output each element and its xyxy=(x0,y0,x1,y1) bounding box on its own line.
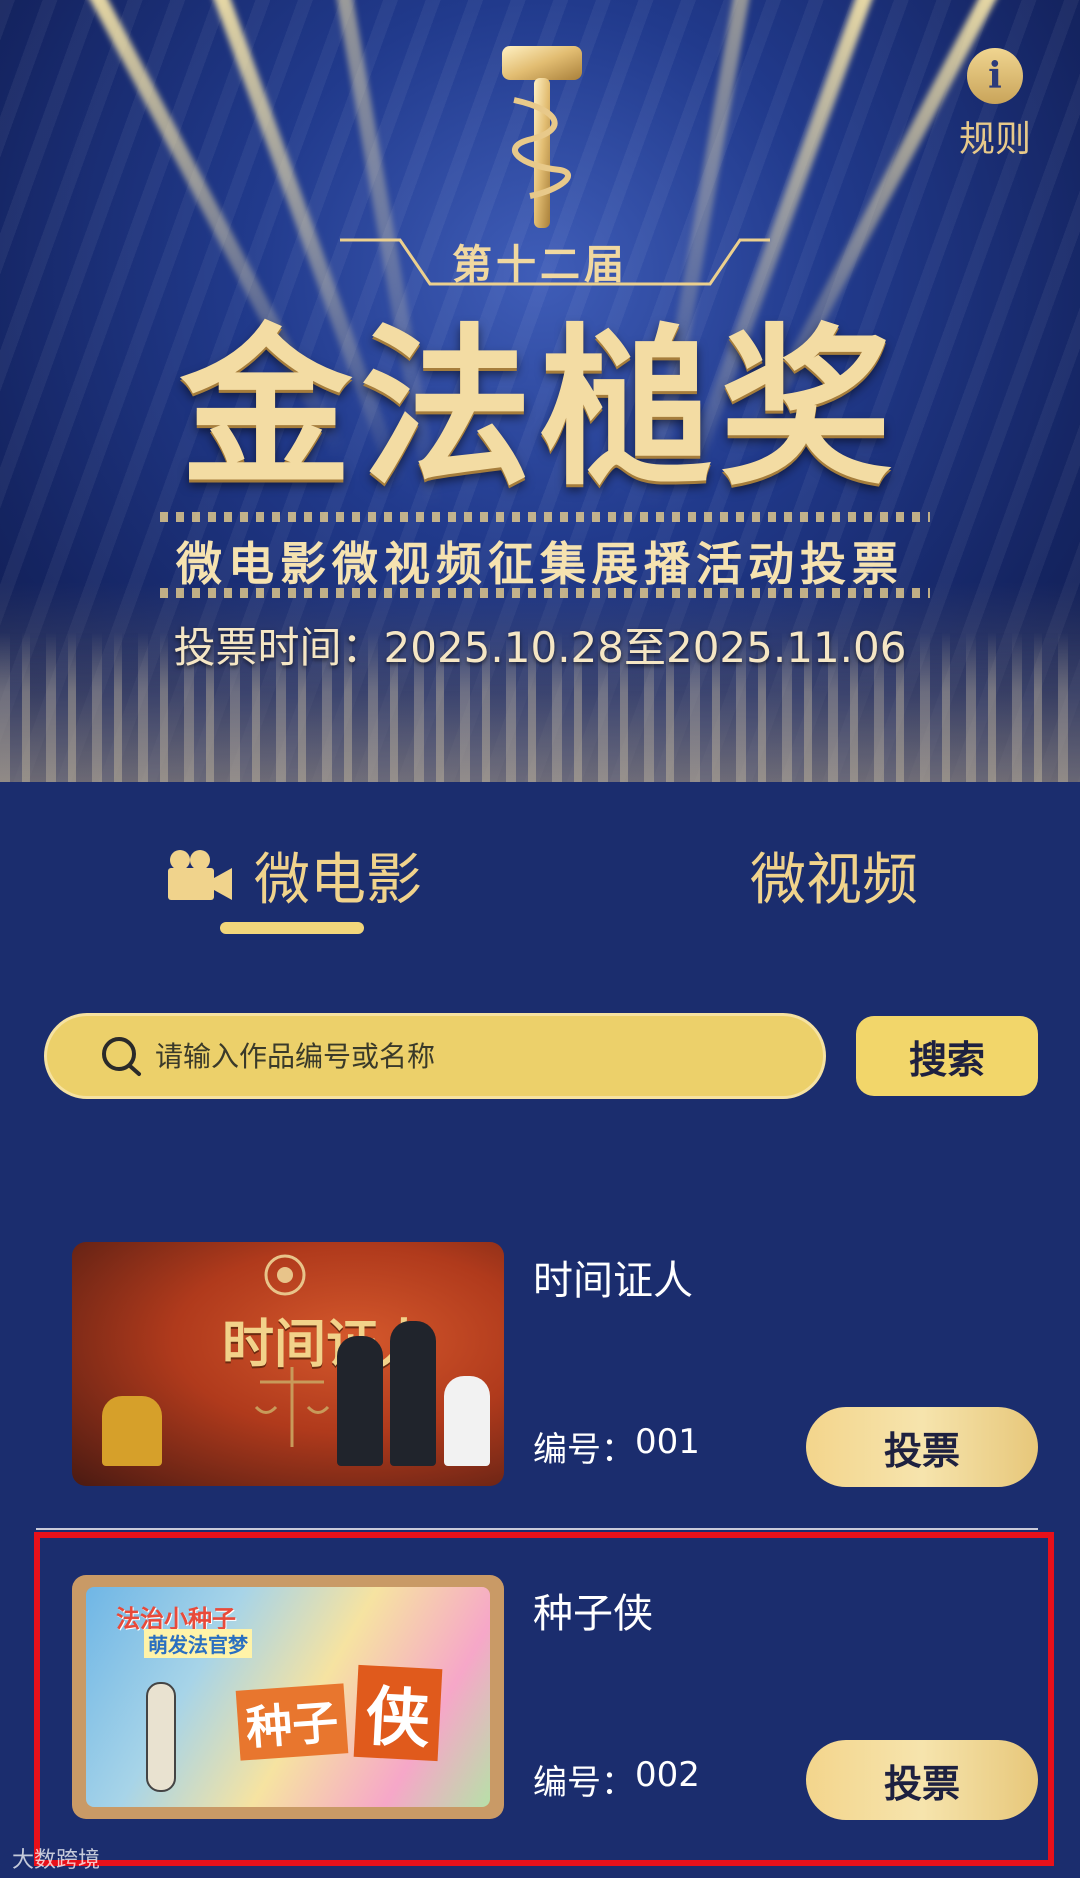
film-strip-top xyxy=(160,512,930,522)
active-tab-indicator xyxy=(220,922,364,934)
search-button[interactable]: 搜索 xyxy=(856,1016,1038,1096)
tab-micro-film[interactable]: 微电影 xyxy=(166,830,422,920)
scales-icon xyxy=(254,1367,330,1447)
category-tabs: 微电影 微视频 xyxy=(0,830,1080,940)
gavel-logo-icon xyxy=(502,46,582,228)
figure-silhouette xyxy=(337,1336,383,1466)
work-thumbnail[interactable]: 时间证人 xyxy=(72,1242,504,1486)
hero-banner: i 规则 第十二届 金法槌奖 微电影微视频征集展播活动投票 投票时间：2025.… xyxy=(0,0,1080,782)
highlight-frame xyxy=(34,1532,1054,1866)
watermark: 大数跨境 xyxy=(12,1848,101,1873)
event-subtitle: 微电影微视频征集展播活动投票 xyxy=(176,537,904,591)
list-divider xyxy=(36,1528,1038,1530)
tab-micro-video-label: 微视频 xyxy=(750,847,918,913)
list-item: 时间证人 时间证人 编号： 001 投票 xyxy=(0,1242,1080,1492)
movie-camera-icon xyxy=(168,850,232,900)
search-icon xyxy=(102,1037,141,1076)
figure-silhouette xyxy=(102,1396,162,1466)
figure-silhouette xyxy=(390,1321,436,1466)
rules-button[interactable]: i 规则 xyxy=(955,48,1035,162)
tab-micro-film-label: 微电影 xyxy=(254,847,422,913)
film-strip-bottom xyxy=(160,588,930,598)
vote-time: 投票时间：2025.10.28至2025.11.06 xyxy=(173,623,907,672)
court-emblem-icon xyxy=(264,1254,306,1296)
main-title: 金法槌奖 xyxy=(180,308,900,509)
work-title: 时间证人 xyxy=(533,1258,693,1304)
search-bar xyxy=(44,1013,826,1099)
work-code-label: 编号： xyxy=(533,1430,635,1470)
tab-micro-video[interactable]: 微视频 xyxy=(750,830,918,920)
figure-silhouette xyxy=(444,1376,490,1466)
work-code-value: 001 xyxy=(635,1422,700,1462)
vote-button[interactable]: 投票 xyxy=(806,1407,1038,1487)
search-input[interactable] xyxy=(155,1039,823,1073)
work-code: 编号： 001 xyxy=(533,1422,700,1471)
info-icon: i xyxy=(967,48,1023,104)
rules-label: 规则 xyxy=(958,119,1031,160)
